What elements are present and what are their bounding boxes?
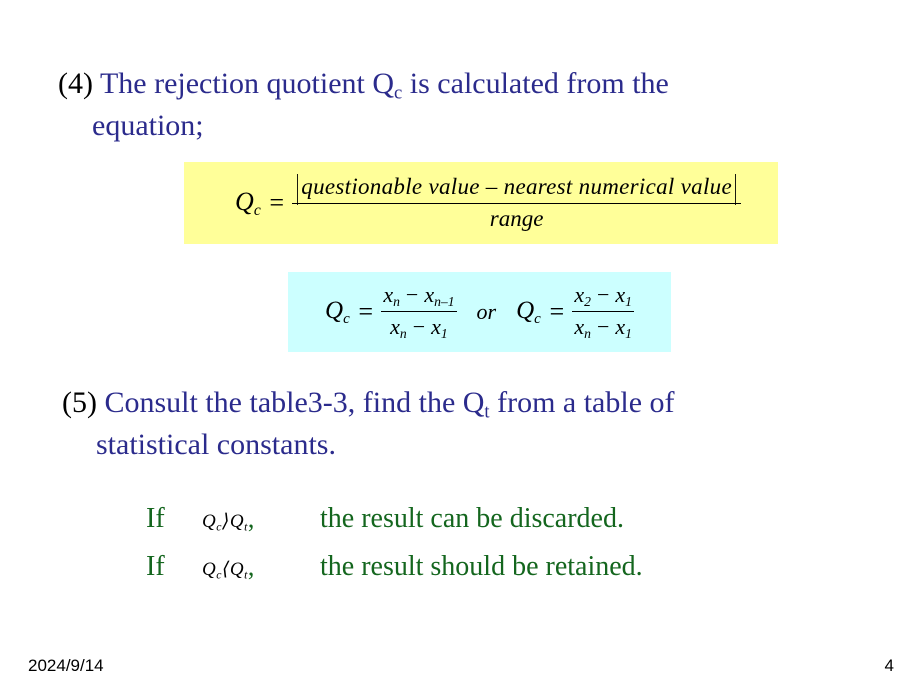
- eq-alt-1-den-right-sub: 1: [440, 326, 448, 342]
- eq-alt-2-den-right-sub: 1: [625, 326, 632, 342]
- equation-main-lhs-symbol: Q: [235, 186, 254, 216]
- footer-date: 2024/9/14: [28, 656, 104, 675]
- equation-main-denominator: range: [489, 205, 544, 231]
- equation-alt-connector: or: [476, 299, 497, 324]
- bullet-4-line2: equation;: [92, 108, 204, 142]
- bullet-paragraph-4: (4) The rejection quotient Qc is calcula…: [58, 64, 848, 145]
- equation-alt-second-fraction: x2− x1 xn − x1: [572, 282, 634, 342]
- condition-2-comma: ,: [247, 552, 255, 581]
- equation-alt-second-lhs: Qc: [516, 297, 541, 328]
- equation-alt-second-equals: =: [547, 297, 566, 326]
- condition-1-operator: ⟩: [221, 511, 230, 532]
- eq-alt-2-num-right-var: x: [615, 281, 626, 307]
- eq-alt-1-den-right-var: x: [431, 314, 441, 339]
- eq-alt-2-num-right-sub: 1: [625, 294, 632, 309]
- equation-main-lhs: Qc: [221, 187, 261, 220]
- condition-1-lhs: Q: [202, 511, 217, 532]
- equation-alt-second-lhs-subscript: c: [534, 310, 541, 327]
- footer-page-number: 4: [884, 656, 894, 675]
- equation-box-main: Qc = |questionable value – nearest numer…: [184, 162, 778, 244]
- equation-alt-second-lhs-symbol: Q: [516, 296, 535, 324]
- eq-alt-1-num-right-sub: n–1: [434, 294, 455, 309]
- eq-alt-2-num-left-sub: 2: [584, 294, 591, 309]
- condition-2-if: If: [146, 551, 165, 582]
- eq-alt-1-den-left-sub: n: [399, 326, 407, 342]
- condition-1-outcome: the result can be discarded.: [320, 503, 624, 534]
- eq-alt-2-num-left-var: x: [574, 281, 585, 307]
- bullet-4-text-part1: The rejection quotient Q: [99, 67, 395, 100]
- condition-1-comma: ,: [247, 504, 255, 533]
- condition-2-outcome: the result should be retained.: [320, 551, 643, 582]
- equation-alt-row: Qc = xn − xn–1 xn − x1 or Qc = x2− x1 xn − x1: [288, 272, 671, 352]
- equation-main-row: Qc = |questionable value – nearest numer…: [184, 162, 778, 244]
- equation-alt-first-numerator: xn − xn–1: [381, 281, 457, 312]
- eq-alt-1-num-left: xn: [383, 281, 400, 309]
- condition-2-operator: ⟨: [221, 559, 230, 580]
- equation-alt-first-lhs-symbol: Q: [325, 296, 344, 324]
- equation-alt-second-numerator: x2− x1: [572, 282, 634, 312]
- bullet-number-5: (5): [62, 386, 97, 419]
- eq-alt-2-den-right-var: x: [615, 314, 626, 339]
- eq-alt-2-den-left: xn: [574, 314, 591, 342]
- equation-alt-second-denominator: xn − x1: [572, 312, 634, 342]
- condition-2-expression: Qc⟨Qt,: [202, 552, 320, 583]
- eq-alt-1-num-right-var: x: [424, 281, 435, 307]
- eq-alt-1-num-left-sub: n: [393, 294, 400, 309]
- abs-bar-right-icon: |: [733, 169, 738, 207]
- condition-line-2: If Qc⟨Qt, the result should be retained.: [146, 551, 643, 583]
- condition-line-1: If Qc⟩Qt, the result can be discarded.: [146, 503, 624, 535]
- equation-alt-first-lhs: Qc: [325, 297, 350, 328]
- equation-main-numerator-text: questionable value – nearest numerical v…: [301, 174, 732, 200]
- eq-alt-2-den-left-sub: n: [584, 326, 591, 342]
- condition-1-if: If: [146, 503, 165, 534]
- eq-alt-1-num-left-var: x: [383, 281, 394, 307]
- eq-alt-2-num-left: x2: [574, 281, 591, 309]
- eq-alt-2-num-right: x1: [615, 281, 632, 309]
- equation-main-equals: =: [267, 188, 286, 217]
- equation-main-fraction: |questionable value – nearest numerical …: [292, 169, 741, 232]
- equation-box-alt: Qc = xn − xn–1 xn − x1 or Qc = x2− x1 xn − x1: [288, 272, 671, 352]
- eq-alt-2-den-right: x1: [615, 314, 632, 342]
- equation-main-numerator: |questionable value – nearest numerical …: [292, 169, 741, 207]
- bullet-paragraph-5: (5) Consult the table3-3, find the Qt fr…: [62, 383, 852, 464]
- eq-alt-2-den-minus: −: [596, 314, 610, 339]
- condition-1-rhs: Q: [229, 511, 245, 532]
- bullet-5-text-part1: Consult the table3-3, find the Q: [104, 386, 485, 419]
- condition-2-rhs: Q: [229, 559, 245, 580]
- condition-2-lhs: Q: [202, 559, 217, 580]
- eq-alt-1-den-left-var: x: [390, 314, 400, 339]
- eq-alt-1-num-right: xn–1: [424, 281, 455, 309]
- equation-alt-first-lhs-subscript: c: [343, 310, 350, 327]
- abs-bar-left-icon: |: [295, 169, 300, 207]
- bullet-5-line2: statistical constants.: [96, 427, 336, 461]
- bullet-number-4: (4): [58, 67, 93, 100]
- equation-alt-first-equals: =: [356, 297, 375, 326]
- eq-alt-1-den-minus: −: [412, 314, 426, 339]
- eq-alt-1-den-left: xn: [390, 314, 407, 342]
- equation-alt-first-fraction: xn − xn–1 xn − x1: [381, 281, 457, 342]
- condition-1-expression: Qc⟩Qt,: [202, 504, 320, 535]
- bullet-5-text-part2: from a table of: [489, 386, 675, 419]
- equation-alt-first-denominator: xn − x1: [388, 312, 450, 342]
- eq-alt-1-num-minus: −: [405, 281, 419, 307]
- eq-alt-2-den-left-var: x: [574, 314, 585, 339]
- equation-main-lhs-subscript: c: [253, 201, 261, 219]
- eq-alt-2-num-minus: −: [596, 281, 610, 307]
- eq-alt-1-den-right: x1: [431, 314, 448, 342]
- bullet-4-text-part2: is calculated from the: [402, 67, 669, 100]
